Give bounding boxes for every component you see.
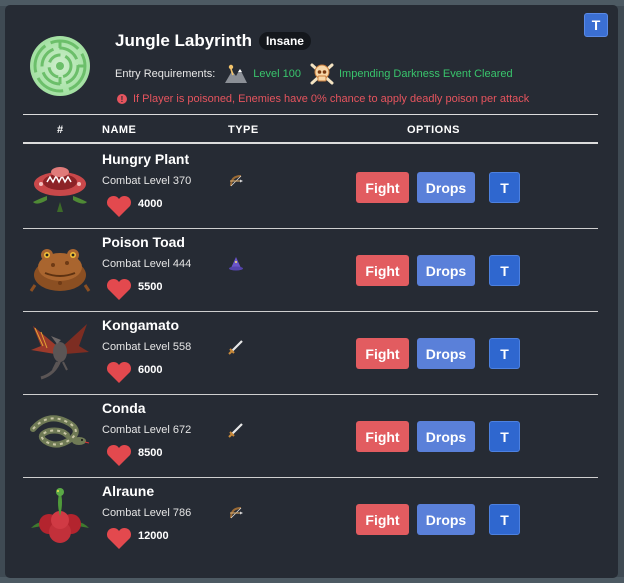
drops-button[interactable]: Drops (417, 338, 475, 369)
labyrinth-icon (30, 36, 90, 96)
hitpoints-value: 4000 (138, 198, 163, 210)
agility-icon (223, 63, 249, 85)
alert-icon: ! (117, 94, 127, 104)
heart-icon (106, 444, 132, 472)
t-button[interactable]: T (489, 255, 520, 286)
heart-icon (106, 361, 132, 389)
monster-name: Kongamato (102, 317, 179, 333)
fight-button[interactable]: Fight (356, 504, 409, 535)
drops-button[interactable]: Drops (417, 172, 475, 203)
heart-icon (106, 278, 132, 306)
poison-toad-image (27, 233, 93, 299)
t-button[interactable]: T (489, 172, 520, 203)
fight-button[interactable]: Fight (356, 255, 409, 286)
melee-icon (228, 422, 244, 438)
combat-level: Combat Level 370 (102, 175, 192, 187)
column-number: # (57, 124, 64, 136)
table-row: Conda Combat Level 672 8500 Fight Drops … (23, 395, 598, 478)
hitpoints-value: 12000 (138, 530, 169, 542)
conda-image (27, 399, 93, 465)
table-row: Hungry Plant Combat Level 370 4000 Fight… (23, 146, 598, 229)
table-header: # NAME TYPE OPTIONS (23, 114, 598, 144)
skull-crossbones-icon (309, 62, 335, 86)
heart-icon (106, 195, 132, 223)
t-button[interactable]: T (489, 338, 520, 369)
drops-button[interactable]: Drops (417, 421, 475, 452)
table-row: Alraune Combat Level 786 12000 Fight Dro… (23, 478, 598, 561)
combat-level: Combat Level 672 (102, 424, 192, 436)
magic-icon (228, 256, 244, 272)
melee-icon (228, 339, 244, 355)
table-row: Kongamato Combat Level 558 6000 Fight Dr… (23, 312, 598, 395)
requirement-level: Level 100 (253, 68, 301, 80)
hungry-plant-image (27, 150, 93, 216)
alraune-image (27, 482, 93, 548)
table-row: Poison Toad Combat Level 444 5500 Fight … (23, 229, 598, 312)
difficulty-badge: Insane (258, 32, 311, 50)
t-button[interactable]: T (489, 421, 520, 452)
poison-warning: ! If Player is poisoned, Enemies have 0%… (117, 93, 529, 105)
drops-button[interactable]: Drops (417, 255, 475, 286)
dungeon-modal: T Jungle Labyrinth Insane Entry Requirem… (5, 5, 618, 578)
corner-t-button[interactable]: T (584, 13, 608, 37)
column-options: OPTIONS (407, 124, 461, 136)
monster-name: Alraune (102, 483, 155, 499)
monster-name: Conda (102, 400, 146, 416)
combat-level: Combat Level 786 (102, 507, 192, 519)
title-row: Jungle Labyrinth Insane (115, 31, 311, 51)
requirements-label: Entry Requirements: (115, 68, 216, 80)
warning-text: If Player is poisoned, Enemies have 0% c… (133, 93, 530, 105)
ranged-icon (228, 505, 244, 521)
column-name: NAME (102, 124, 137, 136)
hitpoints-value: 8500 (138, 447, 163, 459)
monster-name: Poison Toad (102, 234, 185, 250)
fight-button[interactable]: Fight (356, 338, 409, 369)
heart-icon (106, 527, 132, 555)
drops-button[interactable]: Drops (417, 504, 475, 535)
hitpoints-value: 5500 (138, 281, 163, 293)
kongamato-image (27, 316, 93, 382)
hitpoints-value: 6000 (138, 364, 163, 376)
column-type: TYPE (228, 124, 259, 136)
ranged-icon (228, 173, 244, 189)
combat-level: Combat Level 444 (102, 258, 192, 270)
entry-requirements: Entry Requirements: Level 100 Impending … (115, 62, 513, 86)
dungeon-title: Jungle Labyrinth (115, 31, 252, 50)
monster-name: Hungry Plant (102, 151, 190, 167)
combat-level: Combat Level 558 (102, 341, 192, 353)
fight-button[interactable]: Fight (356, 172, 409, 203)
requirement-event: Impending Darkness Event Cleared (338, 68, 513, 80)
t-button[interactable]: T (489, 504, 520, 535)
fight-button[interactable]: Fight (356, 421, 409, 452)
